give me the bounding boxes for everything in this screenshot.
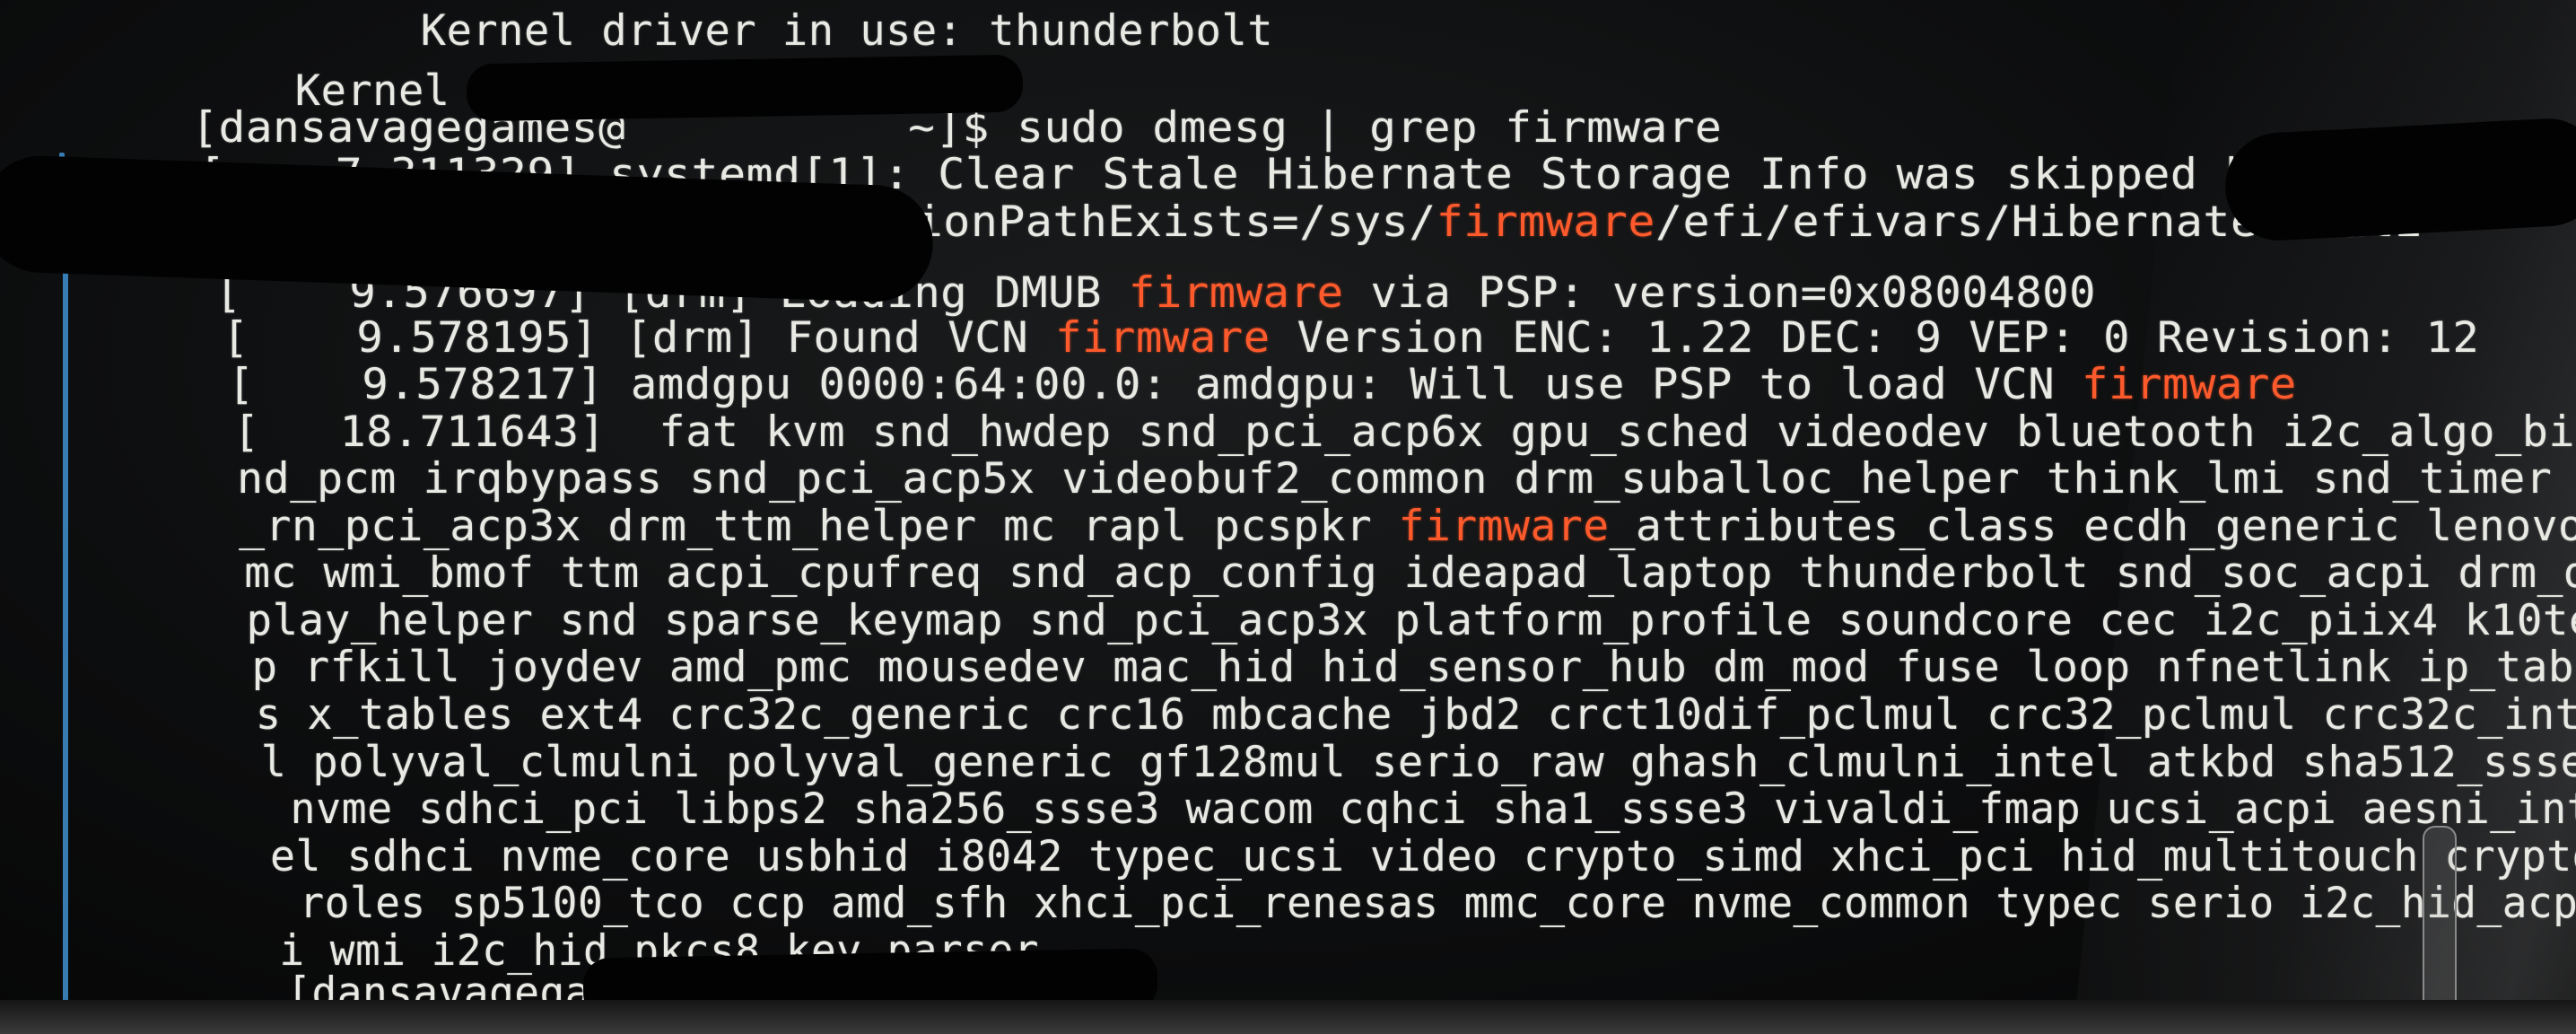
terminal-scrollbar[interactable] bbox=[2423, 826, 2457, 1018]
terminal-output[interactable]: Kernel driver in use: thunderbolt Kernel… bbox=[0, 0, 2576, 1034]
redaction-hostname-top bbox=[466, 54, 1024, 122]
photographed-screen: Kernel driver in use: thunderbolt Kernel… bbox=[0, 0, 2576, 1034]
monitor-bezel bbox=[0, 1000, 2576, 1034]
redaction-path-right bbox=[2222, 116, 2576, 243]
